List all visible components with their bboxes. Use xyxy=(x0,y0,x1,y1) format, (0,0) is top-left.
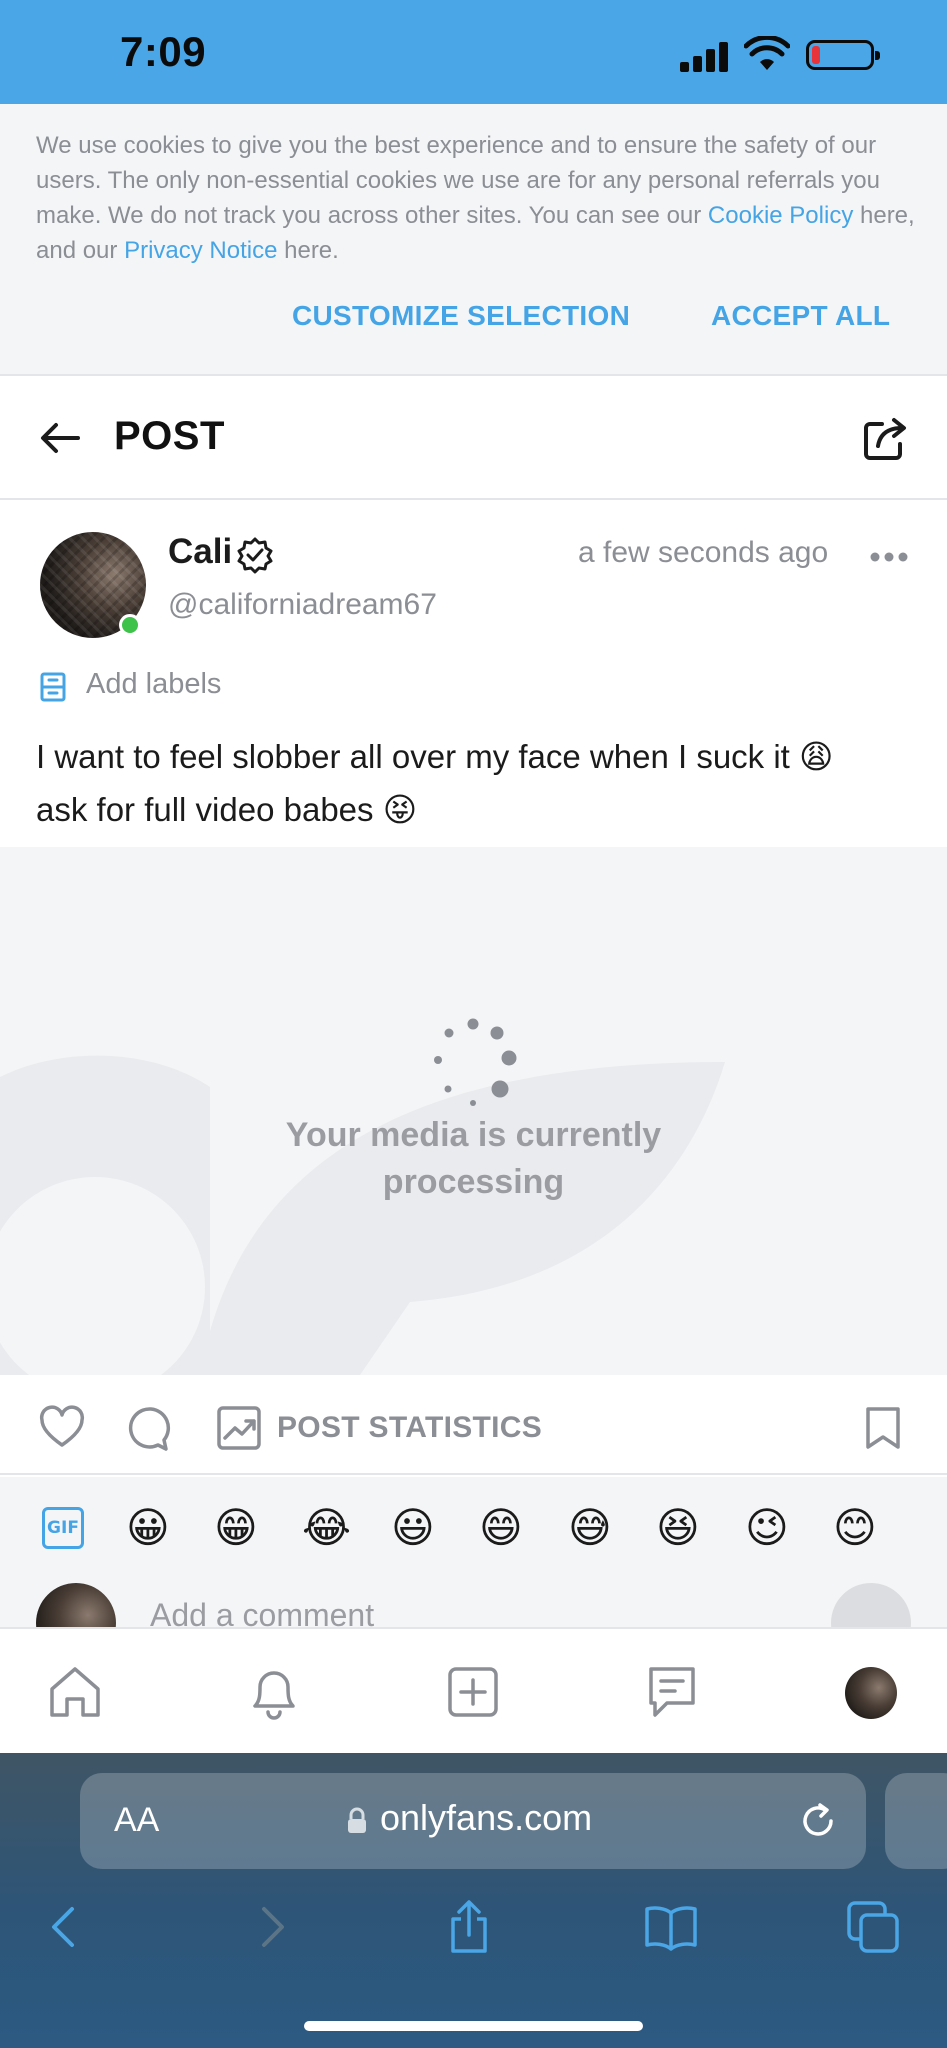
weary-face-emoji: 😩 xyxy=(799,737,834,776)
comment-bubble-icon[interactable] xyxy=(128,1405,174,1451)
loading-spinner-icon xyxy=(434,1018,517,1106)
browser-forward-icon[interactable] xyxy=(242,1899,298,1955)
privacy-notice-link[interactable]: Privacy Notice xyxy=(124,237,277,264)
url-text[interactable]: onlyfans.com xyxy=(380,1797,592,1839)
emoji-smile[interactable]: 😄 xyxy=(479,1501,523,1555)
accept-all-button[interactable]: ACCEPT ALL xyxy=(711,300,890,332)
battery-icon xyxy=(806,40,880,70)
post-timestamp: a few seconds ago xyxy=(578,536,829,569)
bottom-tab-bar xyxy=(0,1627,947,1753)
new-post-icon[interactable] xyxy=(444,1663,502,1721)
back-arrow-icon[interactable] xyxy=(38,416,82,460)
media-processing-message: Your media is currently processing xyxy=(285,1116,662,1201)
emoji-laughing[interactable]: 😆 xyxy=(656,1501,700,1555)
emoji-blush[interactable]: 😊 xyxy=(833,1501,877,1555)
share-icon[interactable] xyxy=(862,414,910,462)
cookie-policy-link[interactable]: Cookie Policy xyxy=(708,202,853,229)
reader-aa-button[interactable]: AA xyxy=(114,1801,159,1840)
add-labels-label: Add labels xyxy=(86,668,222,700)
emoji-beaming[interactable]: 😁 xyxy=(214,1501,258,1555)
comment-composer: GIF 😀 😁 😂 😃 😄 😅 😆 😉 😊 Add a comment xyxy=(0,1477,947,1663)
notifications-bell-icon[interactable] xyxy=(245,1663,303,1721)
home-icon[interactable] xyxy=(46,1663,104,1721)
like-heart-icon[interactable] xyxy=(39,1405,85,1451)
customize-selection-button[interactable]: CUSTOMIZE SELECTION xyxy=(292,300,630,332)
wifi-icon xyxy=(744,36,790,70)
browser-share-icon[interactable] xyxy=(441,1899,497,1955)
emoji-tears-of-joy[interactable]: 😂 xyxy=(302,1501,351,1555)
verified-badge-icon xyxy=(237,537,273,574)
post-text: I want to feel slobber all over my face … xyxy=(36,730,916,836)
author-name[interactable]: Cali xyxy=(168,532,232,572)
lock-icon xyxy=(348,1807,366,1833)
onlyfans-watermark-logo xyxy=(0,1055,725,1375)
cookie-banner: We use cookies to give you the best expe… xyxy=(0,104,947,376)
emoji-wink[interactable]: 😉 xyxy=(745,1501,789,1555)
address-bar[interactable]: AA onlyfans.com xyxy=(80,1773,866,1869)
online-status-indicator xyxy=(119,614,141,636)
cookie-notice-text: We use cookies to give you the best expe… xyxy=(36,132,915,264)
post-statistics-icon[interactable] xyxy=(216,1405,262,1451)
cellular-signal-icon xyxy=(680,40,730,72)
ios-status-bar: 7:09 xyxy=(0,0,947,104)
status-time: 7:09 xyxy=(120,28,207,75)
next-tab-preview[interactable] xyxy=(885,1773,947,1869)
emoji-sweat-smile[interactable]: 😅 xyxy=(568,1501,612,1555)
tongue-out-emoji: 😝 xyxy=(382,790,418,829)
post-header: POST xyxy=(0,376,947,500)
profile-avatar-tab[interactable] xyxy=(845,1667,897,1719)
author-handle[interactable]: @californiadream67 xyxy=(168,588,437,622)
messages-icon[interactable] xyxy=(643,1663,701,1721)
more-options-icon[interactable] xyxy=(866,540,912,574)
media-placeholder xyxy=(0,847,947,1375)
tabs-overview-icon[interactable] xyxy=(845,1899,901,1955)
page-title: POST xyxy=(114,414,225,458)
emoji-smiley[interactable]: 😃 xyxy=(391,1501,435,1555)
bookmark-icon[interactable] xyxy=(860,1405,906,1451)
post-statistics-button[interactable]: POST STATISTICS xyxy=(277,1411,542,1445)
home-indicator xyxy=(304,2021,643,2031)
label-icon xyxy=(40,672,66,702)
post-actions: POST STATISTICS xyxy=(0,1375,947,1475)
emoji-grinning[interactable]: 😀 xyxy=(126,1501,170,1555)
gif-button[interactable]: GIF xyxy=(42,1507,84,1549)
browser-back-icon[interactable] xyxy=(38,1899,94,1955)
reload-icon[interactable] xyxy=(798,1801,838,1841)
bookmarks-book-icon[interactable] xyxy=(643,1899,699,1955)
browser-toolbar: AA onlyfans.com xyxy=(0,1753,947,2048)
